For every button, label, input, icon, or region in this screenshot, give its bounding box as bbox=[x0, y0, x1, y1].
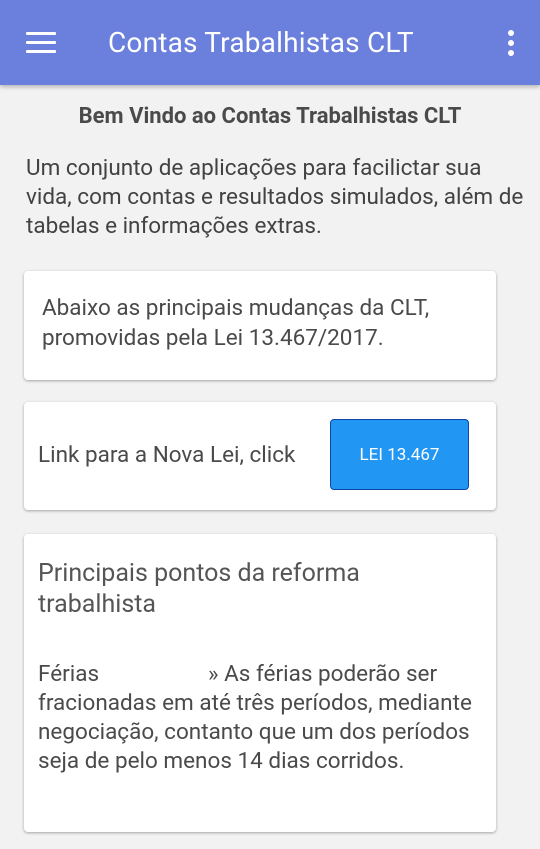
intro-text: Um conjunto de aplicações para facilicta… bbox=[26, 155, 524, 239]
vacation-point: Férias» As férias poderão ser fracionada… bbox=[38, 660, 482, 776]
reform-points-card: Principais pontos da reforma trabalhista… bbox=[24, 534, 496, 832]
vacation-point-title: Férias bbox=[38, 661, 100, 687]
hamburger-menu-icon[interactable] bbox=[26, 32, 56, 54]
law-13467-button[interactable]: LEI 13.467 bbox=[330, 419, 469, 490]
reform-points-heading: Principais pontos da reforma trabalhista bbox=[38, 559, 360, 619]
app-title: Contas Trabalhistas CLT bbox=[108, 26, 414, 59]
changes-text: Abaixo as principais mudanças da CLT, pr… bbox=[42, 295, 430, 351]
app-bar: Contas Trabalhistas CLT bbox=[0, 0, 540, 85]
law-link-card: Link para a Nova Lei, click LEI 13.467 bbox=[24, 402, 496, 510]
changes-card: Abaixo as principais mudanças da CLT, pr… bbox=[24, 271, 496, 380]
more-vertical-icon[interactable] bbox=[506, 30, 516, 56]
law-link-label: Link para a Nova Lei, click bbox=[38, 442, 296, 468]
welcome-title: Bem Vindo ao Contas Trabalhistas CLT bbox=[78, 104, 462, 129]
